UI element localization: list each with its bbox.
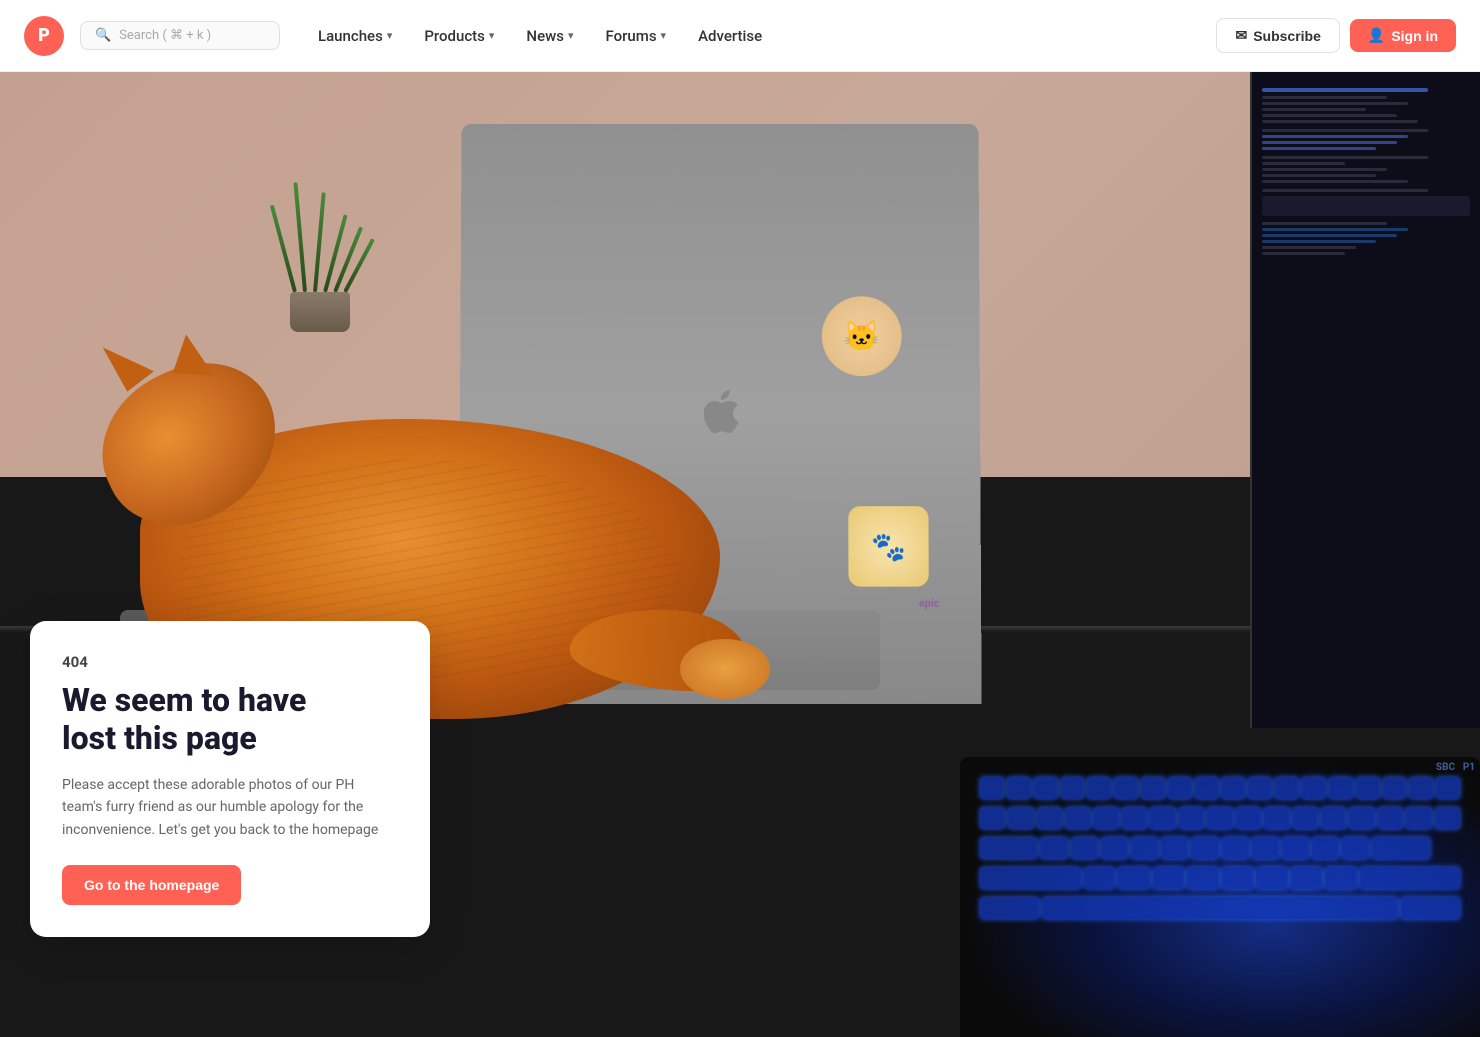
signin-button[interactable]: 👤 Sign in <box>1350 19 1456 52</box>
error-title: We seem to have lost this page <box>62 681 398 758</box>
error-code: 404 <box>62 653 398 671</box>
search-placeholder-text: Search ( ⌘ + k ) <box>119 28 211 43</box>
nav-right: ✉ Subscribe 👤 Sign in <box>1216 18 1456 53</box>
monitor-content <box>1252 72 1480 270</box>
nav-item-news[interactable]: News ▾ <box>512 19 587 53</box>
key-row-4 <box>980 867 1460 889</box>
go-to-homepage-button[interactable]: Go to the homepage <box>62 865 241 905</box>
chevron-down-icon: ▾ <box>387 29 393 42</box>
plant <box>290 172 350 332</box>
chevron-down-icon: ▾ <box>489 29 495 42</box>
monitor-right <box>1250 72 1480 728</box>
nav-item-products[interactable]: Products ▾ <box>410 19 508 53</box>
key-row-5 <box>980 897 1460 919</box>
subscribe-button[interactable]: ✉ Subscribe <box>1216 18 1339 53</box>
logo[interactable]: P <box>24 16 64 56</box>
laptop-sticker-cat: 🐱 <box>822 296 902 376</box>
nav-item-advertise[interactable]: Advertise <box>684 19 776 53</box>
key-row-3 <box>980 837 1460 859</box>
chevron-down-icon: ▾ <box>661 29 667 42</box>
nav-item-forums[interactable]: Forums ▾ <box>591 19 680 53</box>
keyboard-label-sbc: SBC <box>1436 762 1455 773</box>
epic-text: epic <box>919 597 939 610</box>
error-description: Please accept these adorable photos of o… <box>62 774 398 841</box>
chevron-down-icon: ▾ <box>568 29 574 42</box>
laptop-sticker-epic: 🐾 <box>848 506 929 586</box>
nav-links: Launches ▾ Products ▾ News ▾ Forums ▾ Ad… <box>304 19 1208 53</box>
user-icon: 👤 <box>1368 27 1385 44</box>
error-card: 404 We seem to have lost this page Pleas… <box>30 621 430 937</box>
navbar: P 🔍 Search ( ⌘ + k ) Launches ▾ Products… <box>0 0 1480 72</box>
envelope-icon: ✉ <box>1235 27 1247 44</box>
key-row-2 <box>980 807 1460 829</box>
search-bar[interactable]: 🔍 Search ( ⌘ + k ) <box>80 21 280 50</box>
nav-item-launches[interactable]: Launches ▾ <box>304 19 406 53</box>
search-icon: 🔍 <box>95 28 111 43</box>
keyboard: SBC P1 <box>960 757 1480 1037</box>
key-row-1 <box>980 777 1460 799</box>
keyboard-label-p1: P1 <box>1463 762 1475 773</box>
